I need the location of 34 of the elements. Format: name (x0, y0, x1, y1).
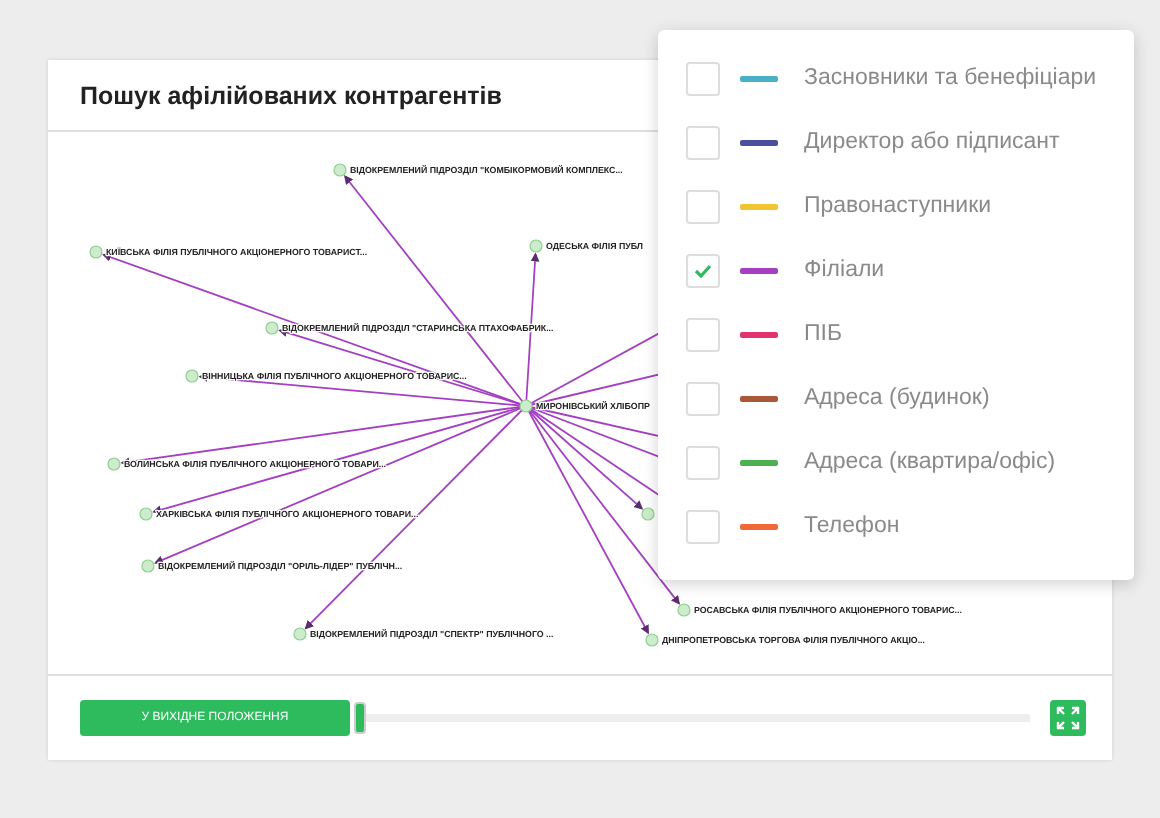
legend-label: Телефон (804, 514, 900, 538)
checkbox[interactable] (686, 381, 720, 415)
checkbox[interactable] (686, 317, 720, 351)
checkbox[interactable] (686, 189, 720, 223)
node-icon[interactable] (333, 163, 347, 177)
node-icon[interactable] (139, 507, 153, 521)
legend-label: Адреса (будинок) (804, 386, 990, 410)
node-icon[interactable] (529, 239, 543, 253)
legend-label: Правонаступники (804, 194, 992, 218)
node-icon[interactable] (185, 369, 199, 383)
node-icon[interactable] (265, 321, 279, 335)
checkbox[interactable] (686, 445, 720, 479)
node-icon[interactable] (641, 507, 655, 521)
checkbox[interactable] (686, 61, 720, 95)
legend-label: ПІБ (804, 322, 843, 346)
checkbox[interactable] (686, 509, 720, 543)
panel-title: Пошук афілійованих контрагентів (80, 81, 502, 109)
node-icon[interactable] (519, 399, 533, 413)
node-icon[interactable] (141, 559, 155, 573)
node-icon[interactable] (89, 245, 103, 259)
fullscreen-button[interactable] (1050, 700, 1086, 736)
fullscreen-icon (1056, 706, 1080, 730)
legend-label: Філіали (804, 258, 885, 282)
slider-thumb[interactable] (354, 702, 366, 734)
checkbox[interactable] (686, 253, 720, 287)
checkbox[interactable] (686, 125, 720, 159)
legend-label: Засновники та бенефіціари (804, 66, 1097, 90)
node-icon[interactable] (677, 603, 691, 617)
node-icon[interactable] (293, 627, 307, 641)
checkmark-icon (694, 263, 712, 277)
node-icon[interactable] (645, 633, 659, 647)
legend-label: Директор або підписант (804, 130, 1060, 154)
legend-label: Адреса (квартира/офіс) (804, 450, 1056, 474)
node-icon[interactable] (107, 457, 121, 471)
